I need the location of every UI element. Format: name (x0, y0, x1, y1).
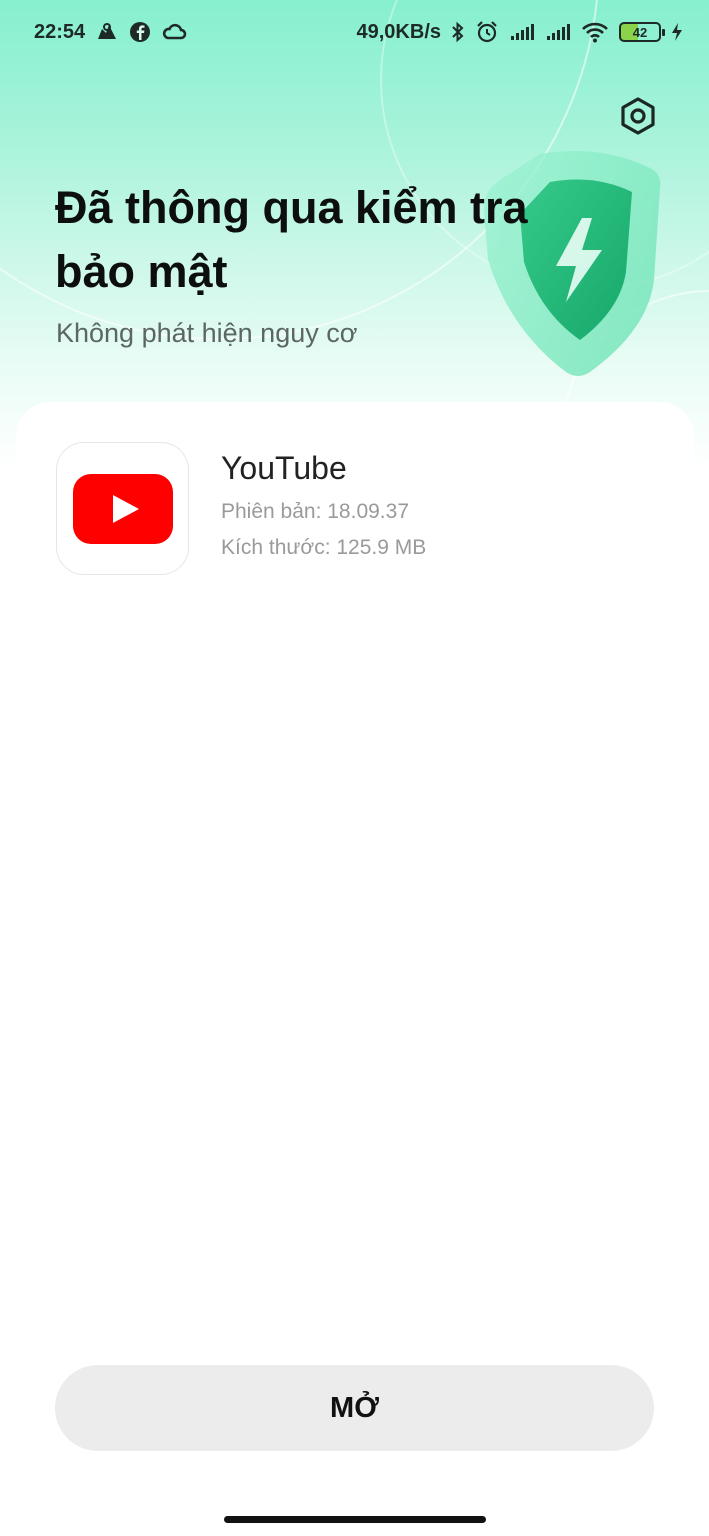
battery-icon: 42 (619, 22, 665, 42)
cloud-icon (161, 22, 187, 42)
alarm-icon (475, 20, 499, 44)
status-time: 22:54 (34, 20, 86, 43)
home-indicator[interactable] (224, 1516, 486, 1523)
youtube-icon (56, 442, 189, 575)
open-button[interactable]: MỞ (55, 1365, 654, 1451)
page-title: Đã thông qua kiểm tra bảo mật (55, 182, 528, 297)
app-version: Phiên bản: 18.09.37 (221, 500, 409, 523)
facebook-icon (129, 21, 151, 43)
battery-level: 42 (632, 24, 648, 40)
network-speed: 49,0KB/s (356, 20, 442, 43)
page-subtitle: Không phát hiện nguy cơ (56, 318, 358, 348)
signal-icon (545, 22, 571, 42)
app-name: YouTube (221, 450, 347, 486)
app-size: Kích thước: 125.9 MB (221, 536, 427, 559)
charging-icon (671, 22, 683, 42)
bluetooth-icon (451, 21, 465, 43)
settings-hexagon-icon[interactable] (616, 94, 660, 138)
cloud-sync-icon (95, 21, 119, 43)
wifi-icon (581, 21, 609, 43)
signal-icon (509, 22, 535, 42)
status-bar: 22:54 49,0KB/s 42 (0, 0, 709, 64)
